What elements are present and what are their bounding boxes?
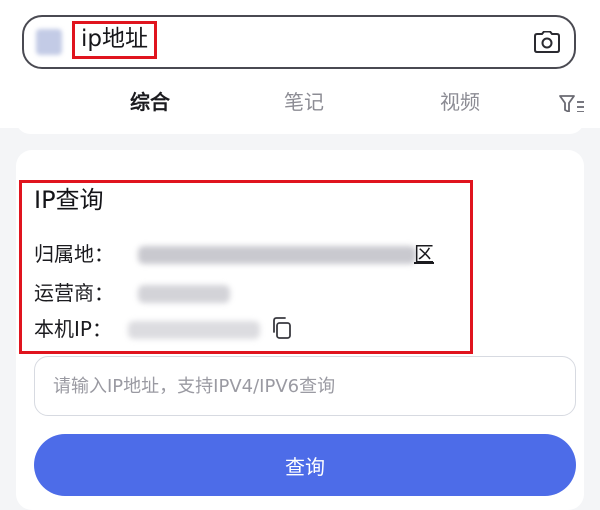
camera-icon[interactable] (534, 29, 560, 55)
isp-label: 运营商： (34, 281, 114, 305)
card-title: IP查询 (34, 186, 104, 214)
location-value-redacted (138, 246, 416, 264)
local-ip-label: 本机IP： (34, 317, 112, 341)
tab-notes[interactable]: 笔记 (284, 90, 324, 114)
tab-videos[interactable]: 视频 (440, 90, 480, 114)
search-box[interactable]: ip地址 (22, 15, 576, 69)
location-label: 归属地： (34, 242, 114, 266)
tab-all[interactable]: 综合 (130, 90, 170, 114)
ip-address-input[interactable] (34, 356, 576, 416)
top-bar: ip地址 综合 笔记 视频 (0, 0, 600, 128)
location-value-tail: 区 (414, 242, 434, 266)
local-ip-value-redacted (128, 321, 260, 339)
previous-card-edge (16, 112, 584, 134)
query-button[interactable]: 查询 (34, 434, 576, 496)
isp-value-redacted (138, 285, 230, 303)
search-avatar (36, 29, 62, 55)
search-query[interactable]: ip地址 (72, 21, 157, 59)
copy-icon[interactable] (270, 316, 294, 340)
